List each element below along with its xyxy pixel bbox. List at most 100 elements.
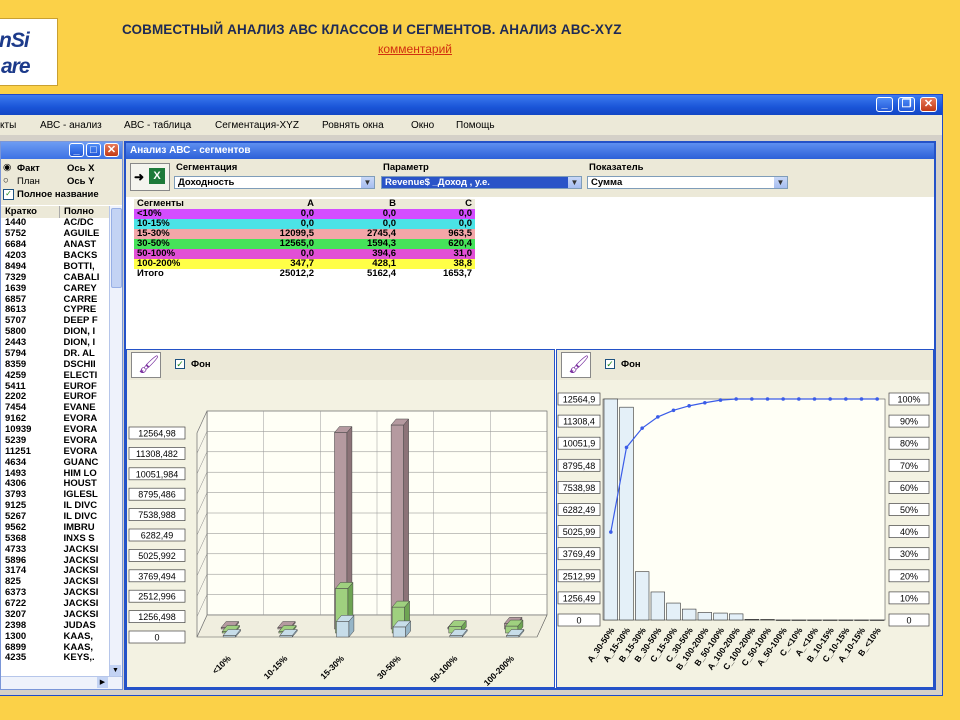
indicator-select[interactable]: Сумма ▼ <box>587 176 788 189</box>
items-horizontal-scrollbar[interactable]: ▶ <box>1 676 122 689</box>
table-row[interactable]: 8613 CYPRE <box>1 305 115 316</box>
table-row[interactable]: 5411 EUROF <box>1 381 115 392</box>
table-row[interactable]: 7454 EVANE <box>1 403 115 414</box>
table-row[interactable]: 7329 CABALI <box>1 272 115 283</box>
table-row[interactable]: 10939 EVORA <box>1 425 115 436</box>
table-row[interactable]: 4259 ELECTI <box>1 370 115 381</box>
item-name: IL DIVC <box>63 500 98 512</box>
table-row[interactable]: 3207 JACKSI <box>1 610 115 621</box>
comment-link[interactable]: комментарий <box>378 42 452 56</box>
radio-plan-label: План <box>17 176 40 187</box>
items-vertical-scrollbar[interactable]: ▼ <box>109 206 122 676</box>
table-row[interactable]: 6857 CARRE <box>1 294 115 305</box>
indicator-value: Сумма <box>591 177 623 188</box>
table-row[interactable]: 5896 JACKSI <box>1 555 115 566</box>
table-row[interactable]: 3174 JACKSI <box>1 566 115 577</box>
y-tick-text: 10051,9 <box>563 439 596 449</box>
table-row[interactable]: 9562 IMBRU <box>1 523 115 534</box>
table-row[interactable]: 6684 ANAST <box>1 240 115 251</box>
menu-window[interactable]: Окно <box>411 120 434 131</box>
table-row[interactable]: 3793 IGLESL <box>1 490 115 501</box>
parameter-value: Revenue$ _Доход , у.е. <box>385 177 490 188</box>
item-name: HOUST <box>63 479 97 490</box>
axis-y-label[interactable]: Ось Y <box>67 176 95 187</box>
menu-reports[interactable]: кты <box>0 120 16 131</box>
table-row[interactable]: 5794 DR. AL <box>1 349 115 360</box>
background-checkbox[interactable]: ✓ <box>605 359 615 369</box>
table-row[interactable]: 5707 DEEP F <box>1 316 115 327</box>
table-row[interactable]: 5368 INXS S <box>1 533 115 544</box>
table-row[interactable]: 2443 DION, I <box>1 338 115 349</box>
table-row[interactable]: 4306 HOUST <box>1 479 115 490</box>
minimize-icon[interactable]: _ <box>69 143 84 157</box>
table-row[interactable]: 2398 JUDAS <box>1 620 115 631</box>
menu-arrange-windows[interactable]: Ровнять окна <box>322 120 384 131</box>
chevron-down-icon[interactable]: ▼ <box>774 177 787 188</box>
y-tick-text: 3769,49 <box>563 549 596 559</box>
table-row[interactable]: 1639 CAREY <box>1 283 115 294</box>
table-row[interactable]: 5752 AGUILE <box>1 229 115 240</box>
item-code: 6722 <box>5 598 27 610</box>
minimize-icon[interactable]: _ <box>876 97 893 112</box>
table-row[interactable]: 4235 KEYS,. <box>1 653 115 664</box>
export-excel-button[interactable]: ➜ X <box>130 163 170 191</box>
menu-segmentation-xyz[interactable]: Сегментация-XYZ <box>215 120 299 131</box>
table-row[interactable]: 1493 HIM LO <box>1 468 115 479</box>
y-tick-label: 1256,498 <box>128 610 186 623</box>
background-checkbox[interactable]: ✓ <box>175 359 185 369</box>
close-icon[interactable]: ✕ <box>920 97 937 112</box>
y-tick-label: 2512,996 <box>128 589 186 603</box>
table-row[interactable]: 5239 EVORA <box>1 436 115 447</box>
menu-abc-table[interactable]: АВС - таблица <box>124 120 191 131</box>
table-row[interactable]: 6722 JACKSI <box>1 599 115 610</box>
close-icon[interactable]: ✕ <box>104 143 119 157</box>
parameter-select[interactable]: Revenue$ _Доход , у.е. ▼ <box>381 176 582 189</box>
table-row[interactable]: 6373 JACKSI <box>1 588 115 599</box>
chevron-down-icon[interactable]: ▼ <box>361 177 374 188</box>
radio-fact-icon[interactable]: ◉ <box>3 162 11 173</box>
table-row[interactable]: 4203 BACKS <box>1 251 115 262</box>
menu-help[interactable]: Помощь <box>456 120 495 131</box>
table-row[interactable]: 6899 KAAS, <box>1 642 115 653</box>
restore-icon[interactable]: ❐ <box>898 97 915 112</box>
axis-x-label[interactable]: Ось X <box>67 163 95 174</box>
table-row[interactable]: 1300 KAAS, <box>1 631 115 642</box>
menu-abc-analysis[interactable]: АВС - анализ <box>40 120 102 131</box>
y-tick-text: 12564,98 <box>138 429 176 439</box>
table-row[interactable]: 4634 GUANC <box>1 457 115 468</box>
radio-plan-icon[interactable]: ○ <box>3 175 9 186</box>
cumulative-point <box>703 400 707 405</box>
segments-bar-chart-pane: 🖌 ✓ Фон 0 1256,498 2512,996 3769,494 5025,99… <box>126 349 555 688</box>
maximize-icon[interactable]: □ <box>86 143 101 157</box>
chevron-down-icon[interactable]: ▼ <box>568 177 581 188</box>
col-short-header[interactable]: Кратко <box>1 206 60 218</box>
pareto-bar-A_50-100% <box>776 619 791 621</box>
table-row[interactable]: 5800 DION, I <box>1 327 115 338</box>
table-row[interactable]: 11251 EVORA <box>1 446 115 457</box>
scroll-right-icon[interactable]: ▶ <box>97 677 108 688</box>
y-tick-label: 5025,992 <box>128 549 186 562</box>
col-full-header[interactable]: Полно <box>59 206 115 218</box>
table-row[interactable]: 9162 EVORA <box>1 414 115 425</box>
segment-value-a: 25012,2 <box>279 268 314 279</box>
table-row[interactable]: 4733 JACKSI <box>1 544 115 555</box>
chart-palette-button[interactable]: 🖌 <box>561 352 591 378</box>
table-row[interactable]: 5267 IL DIVC <box>1 512 115 523</box>
scroll-thumb[interactable] <box>111 208 122 288</box>
segmentation-select[interactable]: Доходность ▼ <box>174 176 375 189</box>
table-row[interactable]: 825 JACKSI <box>1 577 115 588</box>
table-row[interactable]: 8359 DSCHII <box>1 359 115 370</box>
table-row[interactable]: 1440 AC/DC <box>1 218 115 229</box>
table-row[interactable]: Итого 25012,2 5162,4 1653,7 <box>134 269 475 279</box>
chart-palette-button[interactable]: 🖌 <box>131 352 161 378</box>
chart-toolbar: 🖌 ✓ Фон <box>127 350 554 380</box>
table-row[interactable]: 8494 BOTTI, <box>1 262 115 273</box>
full-name-checkbox[interactable]: ✓ <box>3 189 14 200</box>
scroll-down-icon[interactable]: ▼ <box>110 665 121 676</box>
table-row[interactable]: 2202 EUROF <box>1 392 115 403</box>
item-code: 7329 <box>5 272 27 283</box>
item-name: JUDAS <box>63 620 96 631</box>
y-tick-label: 5025,99 <box>557 525 601 538</box>
table-row[interactable]: 9125 IL DIVC <box>1 501 115 512</box>
y2-tick-label: 50% <box>888 503 930 516</box>
